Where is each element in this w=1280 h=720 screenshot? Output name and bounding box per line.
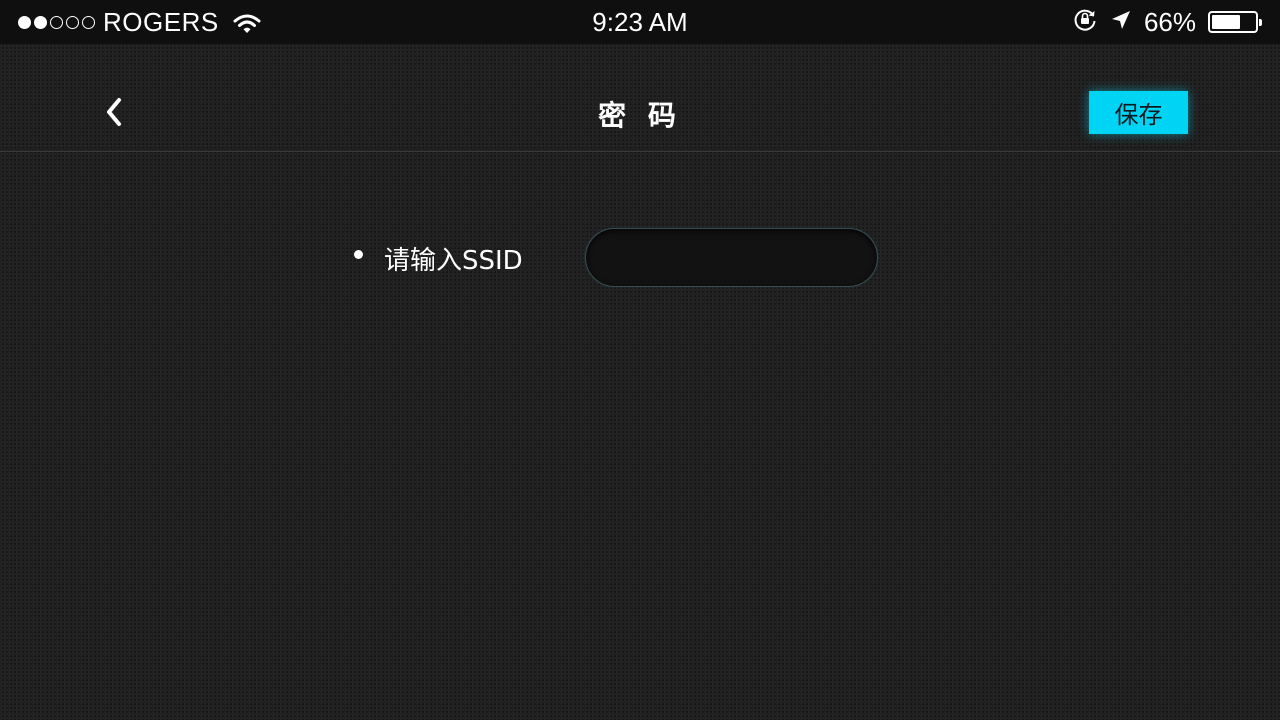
ssid-label: 请输入SSID: [384, 246, 523, 276]
battery-percent: 66%: [1143, 6, 1196, 37]
bullet-icon: [354, 250, 363, 259]
signal-strength-icon: [18, 15, 95, 29]
ssid-input[interactable]: [585, 228, 878, 287]
page-title: 密 码: [598, 99, 682, 132]
battery-icon: [1208, 11, 1262, 33]
save-button[interactable]: 保存: [1089, 91, 1188, 134]
status-bar: ROGERS 9:23 AM 66%: [0, 0, 1280, 44]
orientation-lock-icon: [1072, 6, 1098, 39]
carrier-name: ROGERS: [103, 6, 219, 37]
location-arrow-icon: [1110, 7, 1132, 38]
status-left: ROGERS: [18, 0, 261, 44]
ssid-form-row: 请输入SSID: [0, 228, 1280, 288]
status-right: 66%: [1072, 0, 1262, 44]
navigation-bar: 密 码 保存: [0, 44, 1280, 152]
wifi-icon: [233, 11, 261, 33]
battery-level-fill: [1212, 15, 1240, 29]
